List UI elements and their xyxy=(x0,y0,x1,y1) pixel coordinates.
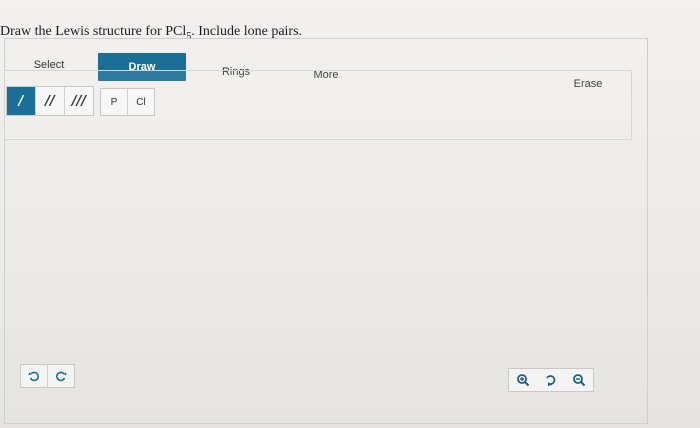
zoom-in-icon xyxy=(517,374,530,387)
zoom-controls xyxy=(508,368,594,392)
undo-button[interactable] xyxy=(21,365,48,387)
zoom-out-button[interactable] xyxy=(565,369,593,391)
atom-cl-button[interactable]: Cl xyxy=(128,89,154,115)
reset-view-button[interactable] xyxy=(537,369,565,391)
tool-palette xyxy=(4,70,632,140)
redo-button[interactable] xyxy=(48,365,74,387)
triple-bond-button[interactable]: /// xyxy=(65,87,93,115)
history-controls xyxy=(20,364,75,388)
double-bond-button[interactable]: // xyxy=(36,87,65,115)
zoom-in-button[interactable] xyxy=(509,369,537,391)
single-bond-button[interactable]: / xyxy=(7,87,36,115)
zoom-out-icon xyxy=(573,374,586,387)
undo-icon xyxy=(28,371,39,382)
reset-view-icon xyxy=(546,375,556,386)
bond-tools: / // /// xyxy=(6,86,94,116)
atom-tools: P Cl xyxy=(100,88,155,116)
atom-p-button[interactable]: P xyxy=(101,89,128,115)
prompt-text-before: Draw the Lewis structure for PCl xyxy=(0,24,187,39)
prompt-text-after: . Include lone pairs. xyxy=(191,24,303,39)
redo-icon xyxy=(56,371,67,382)
